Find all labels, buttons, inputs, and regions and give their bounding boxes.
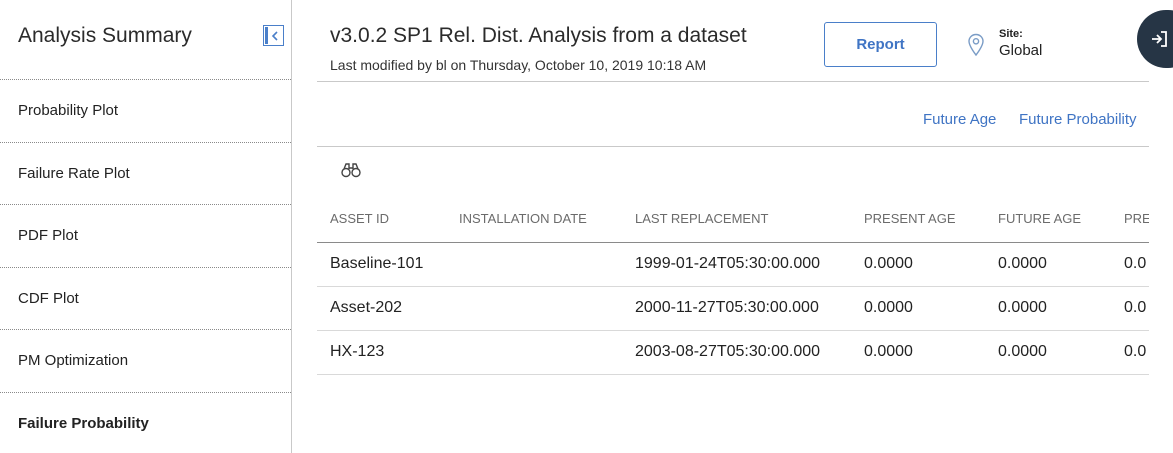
cell-last-replacement: 2000-11-27T05:30:00.000 (622, 286, 851, 331)
site-value: Global (999, 42, 1043, 59)
table-row[interactable]: HX-123 2003-08-27T05:30:00.000 0.0000 0.… (317, 330, 1149, 375)
cell-present-age: 0.0000 (851, 330, 985, 375)
sign-in-icon (1152, 31, 1167, 47)
sidebar-item-pdf-plot[interactable]: PDF Plot (0, 205, 291, 268)
column-header-present-probability[interactable]: PRE (1111, 196, 1149, 243)
cell-asset-id: Asset-202 (317, 286, 446, 331)
table-row[interactable]: Asset-202 2000-11-27T05:30:00.000 0.0000… (317, 286, 1149, 331)
table-header-row: ASSET ID INSTALLATION DATE LAST REPLACEM… (317, 196, 1149, 243)
site-label: Site: (999, 28, 1023, 40)
cell-last-replacement: 1999-01-24T05:30:00.000 (622, 242, 851, 287)
sidebar: Analysis Summary Probability Plot Failur… (0, 0, 292, 453)
column-header-installation-date[interactable]: INSTALLATION DATE (446, 196, 622, 243)
sidebar-header: Analysis Summary (0, 0, 291, 80)
collapse-sidebar-button[interactable] (263, 25, 284, 46)
column-header-asset-id[interactable]: ASSET ID (317, 196, 446, 243)
last-modified-text: Last modified by bl on Thursday, October… (330, 57, 707, 73)
cell-installation-date (446, 330, 622, 375)
column-header-present-age[interactable]: PRESENT AGE (851, 196, 985, 243)
sidebar-item-failure-rate-plot[interactable]: Failure Rate Plot (0, 143, 291, 205)
content-divider (317, 146, 1149, 147)
cell-asset-id: Baseline-101 (317, 242, 446, 287)
cell-last-replacement: 2003-08-27T05:30:00.000 (622, 330, 851, 375)
sidebar-item-failure-probability[interactable]: Failure Probability (0, 393, 291, 453)
column-header-future-age[interactable]: FUTURE AGE (985, 196, 1111, 243)
sidebar-item-probability-plot[interactable]: Probability Plot (0, 80, 291, 143)
sidebar-title: Analysis Summary (18, 24, 192, 47)
future-probability-link[interactable]: Future Probability (1019, 111, 1137, 128)
cell-present-probability: 0.0 (1111, 330, 1149, 375)
main-panel: v3.0.2 SP1 Rel. Dist. Analysis from a da… (292, 0, 1173, 453)
map-pin-icon (968, 33, 984, 57)
binoculars-icon[interactable] (341, 162, 361, 178)
cell-future-age: 0.0000 (985, 286, 1111, 331)
cell-future-age: 0.0000 (985, 242, 1111, 287)
sidebar-item-cdf-plot[interactable]: CDF Plot (0, 268, 291, 330)
column-header-last-replacement[interactable]: LAST REPLACEMENT (622, 196, 851, 243)
page-title: v3.0.2 SP1 Rel. Dist. Analysis from a da… (330, 24, 747, 47)
collapse-left-icon (271, 30, 278, 41)
sidebar-item-pm-optimization[interactable]: PM Optimization (0, 330, 291, 393)
report-button[interactable]: Report (824, 22, 937, 67)
cell-present-age: 0.0000 (851, 286, 985, 331)
cell-present-probability: 0.0 (1111, 286, 1149, 331)
cell-asset-id: HX-123 (317, 330, 446, 375)
cell-present-probability: 0.0 (1111, 242, 1149, 287)
cell-installation-date (446, 286, 622, 331)
table-row[interactable]: Baseline-101 1999-01-24T05:30:00.000 0.0… (317, 242, 1149, 287)
future-age-link[interactable]: Future Age (923, 111, 996, 128)
side-action-button[interactable] (1137, 10, 1173, 68)
header-divider (317, 81, 1149, 82)
data-table: ASSET ID INSTALLATION DATE LAST REPLACEM… (317, 196, 1149, 376)
cell-future-age: 0.0000 (985, 330, 1111, 375)
cell-present-age: 0.0000 (851, 242, 985, 287)
cell-installation-date (446, 242, 622, 287)
